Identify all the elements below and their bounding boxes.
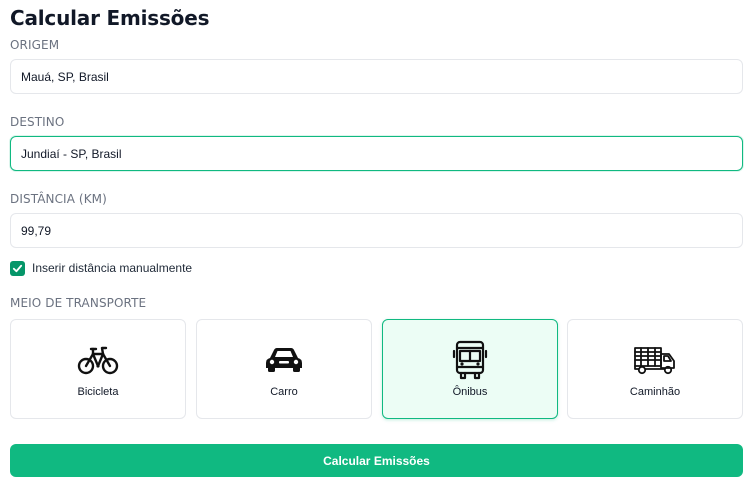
- transport-option-label: Ônibus: [452, 386, 488, 398]
- origin-label: ORIGEM: [10, 38, 60, 52]
- bus-icon: [448, 340, 492, 380]
- car-icon: [262, 340, 306, 380]
- manual-distance-row[interactable]: Inserir distância manualmente: [10, 260, 192, 276]
- origin-input[interactable]: [11, 60, 742, 93]
- destination-label: DESTINO: [10, 115, 65, 129]
- transport-options: Bicicleta Carro Ônibus Caminhão: [10, 319, 743, 419]
- transport-option-car[interactable]: Carro: [196, 319, 372, 419]
- transport-option-bicycle[interactable]: Bicicleta: [10, 319, 186, 419]
- truck-icon: [633, 340, 677, 380]
- manual-distance-label: Inserir distância manualmente: [32, 261, 193, 275]
- transport-option-bus[interactable]: Ônibus: [382, 319, 558, 419]
- transport-option-label: Caminhão: [629, 386, 681, 398]
- destination-input[interactable]: [11, 137, 742, 170]
- distance-label: DISTÂNCIA (KM): [10, 192, 107, 206]
- transport-option-label: Bicicleta: [77, 386, 119, 398]
- transport-option-label: Carro: [270, 386, 298, 398]
- bicycle-icon: [76, 340, 120, 380]
- transport-label: MEIO DE TRANSPORTE: [10, 296, 147, 310]
- manual-distance-checkbox[interactable]: [10, 260, 25, 276]
- distance-field-wrapper: [10, 213, 743, 248]
- page-title: Calcular Emissões: [10, 6, 210, 30]
- origin-field-wrapper: [10, 59, 743, 94]
- distance-input[interactable]: [11, 214, 742, 247]
- calculate-emissions-button[interactable]: Calcular Emissões: [10, 444, 743, 477]
- destination-field-wrapper: [10, 136, 743, 171]
- checkmark-icon: [12, 264, 23, 272]
- transport-option-truck[interactable]: Caminhão: [567, 319, 743, 419]
